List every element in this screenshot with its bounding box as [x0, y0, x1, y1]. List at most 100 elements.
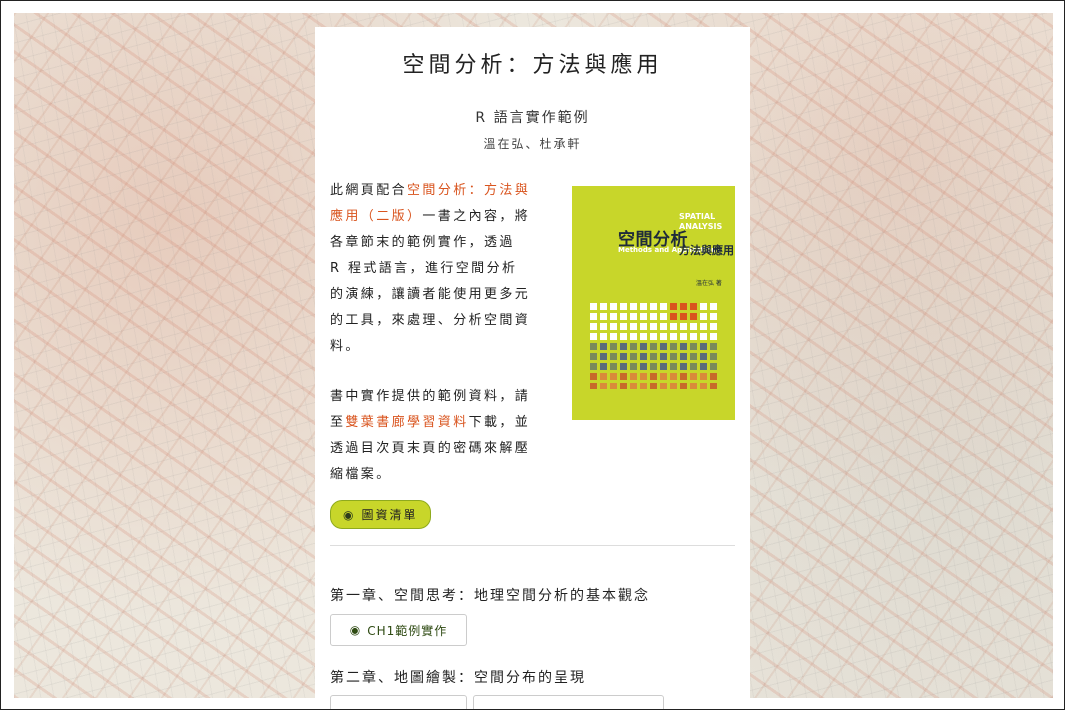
- cover-grid-cell: [670, 333, 677, 340]
- cover-grid-cell: [700, 313, 707, 320]
- cover-grid-cell: [660, 343, 667, 350]
- cover-grid-cell: [650, 343, 657, 350]
- resources-button-label: 圖資清單: [361, 508, 418, 522]
- cover-grid-cell: [660, 323, 667, 330]
- cover-grid-cell: [690, 313, 697, 320]
- cover-grid-cell: [660, 383, 667, 389]
- cover-grid-cell: [630, 313, 637, 320]
- cover-grid-cell: [660, 303, 667, 310]
- ch2-example-button-1[interactable]: [330, 695, 467, 709]
- cover-grid-cell: [680, 343, 687, 350]
- cover-grid-cell: [600, 383, 607, 389]
- intro-text-segment: 一書之內容，將各章節末的範例實作，透過 R 程式語言，進行空間分析的演練，讓讀者…: [330, 209, 531, 354]
- chapter-1-title: 第一章、空間思考：地理空間分析的基本觀念: [330, 588, 650, 604]
- cover-grid-cell: [630, 353, 637, 360]
- cover-grid-cell: [590, 363, 597, 370]
- cover-grid-cell: [600, 353, 607, 360]
- cover-grid-cell: [680, 303, 687, 310]
- cover-grid-cell: [590, 313, 597, 320]
- cover-grid-cell: [590, 353, 597, 360]
- cover-grid-cell: [650, 333, 657, 340]
- cover-grid-cell: [590, 373, 597, 380]
- cover-grid-cell: [630, 303, 637, 310]
- cover-grid-cell: [690, 373, 697, 380]
- cover-grid-cell: [620, 353, 627, 360]
- ch1-example-button[interactable]: ◉ CH1範例實作: [330, 614, 467, 646]
- cover-grid-cell: [610, 333, 617, 340]
- cover-author: 溫在弘 著: [696, 280, 722, 287]
- cover-grid-cell: [620, 373, 627, 380]
- cover-grid-cell: [600, 313, 607, 320]
- cover-grid-cell: [710, 343, 717, 350]
- cover-grid-cell: [610, 303, 617, 310]
- cover-grid-cell: [670, 313, 677, 320]
- cover-grid-cell: [710, 313, 717, 320]
- cover-grid-cell: [610, 353, 617, 360]
- book-cover: SPATIAL ANALYSIS 空間分析 Methods and Applic…: [572, 186, 735, 420]
- cover-grid-cell: [680, 353, 687, 360]
- cover-grid-cell: [700, 303, 707, 310]
- cover-grid-cell: [700, 363, 707, 370]
- cover-grid-cell: [610, 363, 617, 370]
- content-panel: 空間分析：方法與應用 R 語言實作範例 溫在弘、杜承軒 此網頁配合空間分析：方法…: [315, 27, 750, 709]
- intro-section: 此網頁配合空間分析：方法與應用（二版）一書之內容，將各章節末的範例實作，透過 R…: [330, 178, 735, 529]
- cover-grid-cell: [640, 313, 647, 320]
- cover-grid-cell: [640, 323, 647, 330]
- intro-paragraph-1: 此網頁配合空間分析：方法與應用（二版）一書之內容，將各章節末的範例實作，透過 R…: [330, 178, 532, 360]
- cover-grid-cell: [590, 303, 597, 310]
- cover-grid-cell: [700, 323, 707, 330]
- cover-grid-cell: [690, 353, 697, 360]
- cover-grid-cell: [700, 383, 707, 389]
- cover-grid-cell: [650, 303, 657, 310]
- cover-grid-cell: [610, 313, 617, 320]
- cover-grid-cell: [660, 353, 667, 360]
- cover-grid-cell: [670, 383, 677, 389]
- cover-grid-cell: [670, 363, 677, 370]
- cover-grid-cell: [680, 313, 687, 320]
- intro-text: 此網頁配合空間分析：方法與應用（二版）一書之內容，將各章節末的範例實作，透過 R…: [330, 178, 532, 512]
- cover-grid-cell: [590, 383, 597, 389]
- cover-grid-cell: [680, 333, 687, 340]
- cover-grid-cell: [600, 323, 607, 330]
- cover-grid-cell: [610, 373, 617, 380]
- cover-grid-cell: [670, 353, 677, 360]
- ch2-example-button-2[interactable]: [473, 695, 664, 709]
- cover-grid-cell: [650, 313, 657, 320]
- cover-grid-cell: [710, 323, 717, 330]
- globe-icon: ◉: [349, 623, 362, 637]
- cover-grid-cell: [710, 373, 717, 380]
- cover-grid-cell: [640, 343, 647, 350]
- cover-grid-cell: [630, 323, 637, 330]
- cover-grid-cell: [620, 323, 627, 330]
- page-title: 空間分析：方法與應用: [402, 53, 663, 78]
- cover-grid-cell: [630, 363, 637, 370]
- cover-grid-cell: [620, 333, 627, 340]
- resources-button[interactable]: ◉ 圖資清單: [330, 500, 431, 529]
- download-link[interactable]: 雙葉書廊學習資料: [345, 415, 468, 430]
- cover-grid-cell: [670, 343, 677, 350]
- cover-grid-cell: [690, 383, 697, 389]
- cover-grid-cell: [660, 363, 667, 370]
- page-authors: 溫在弘、杜承軒: [483, 137, 582, 151]
- cover-grid-cell: [700, 373, 707, 380]
- cover-grid-cell: [650, 383, 657, 389]
- cover-grid-cell: [630, 343, 637, 350]
- cover-grid-cell: [590, 333, 597, 340]
- cover-grid-cell: [650, 353, 657, 360]
- browser-frame: 空間分析：方法與應用 R 語言實作範例 溫在弘、杜承軒 此網頁配合空間分析：方法…: [0, 0, 1065, 710]
- cover-grid-cell: [690, 323, 697, 330]
- cover-grid-cell: [670, 323, 677, 330]
- page-subtitle: R 語言實作範例: [475, 110, 590, 126]
- cover-grid-cell: [680, 363, 687, 370]
- cover-grid-cell: [690, 303, 697, 310]
- cover-grid-cell: [620, 343, 627, 350]
- cover-grid-cell: [670, 303, 677, 310]
- divider: [330, 545, 735, 546]
- cover-grid-cell: [710, 333, 717, 340]
- cover-grid-cell: [610, 383, 617, 389]
- cover-grid-cell: [590, 343, 597, 350]
- cover-grid-cell: [600, 343, 607, 350]
- ch1-example-label: CH1範例實作: [367, 623, 448, 638]
- cover-grid-cell: [600, 303, 607, 310]
- cover-grid-cell: [690, 363, 697, 370]
